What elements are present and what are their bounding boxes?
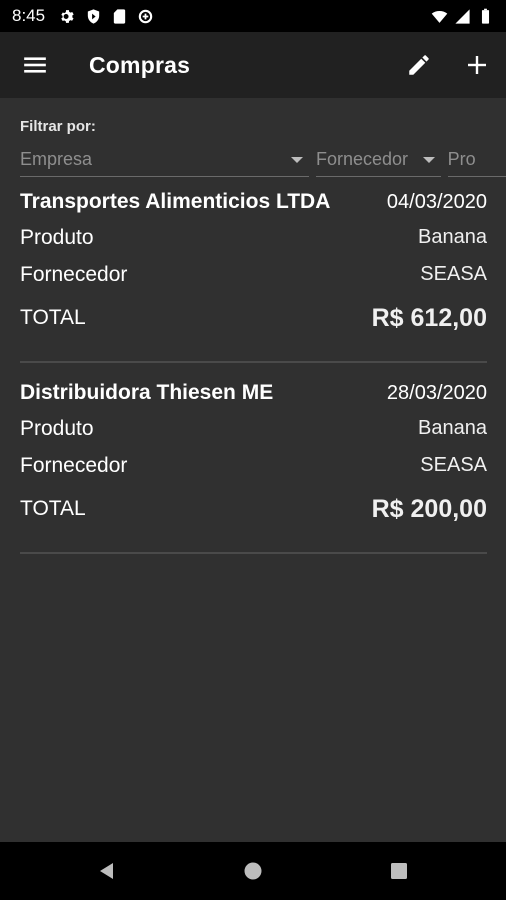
company-name: Transportes Alimenticios LTDA: [20, 190, 331, 213]
product-value: Banana: [418, 226, 487, 248]
supplier-label: Fornecedor: [20, 262, 128, 286]
company-name: Distribuidora Thiesen ME: [20, 381, 274, 404]
purchase-card[interactable]: Distribuidora Thiesen ME 28/03/2020 Prod…: [20, 363, 487, 554]
pencil-icon: [409, 55, 429, 75]
status-time: 8:45: [12, 6, 46, 25]
edit-button[interactable]: [390, 32, 448, 98]
recents-button[interactable]: [326, 842, 472, 900]
purchase-list: Transportes Alimenticios LTDA 04/03/2020…: [20, 185, 487, 554]
gear-icon: [61, 9, 74, 23]
wifi-icon: [431, 10, 448, 23]
page-title: Compras: [89, 51, 191, 78]
fornecedor-dropdown[interactable]: Fornecedor: [316, 143, 441, 177]
product-label: Produto: [20, 416, 94, 440]
app-bar: Compras: [0, 32, 506, 98]
battery-icon: [481, 8, 490, 24]
navigation-bar: [0, 842, 506, 900]
filter-section: Filtrar por: Empresa Fornecedor Pro: [20, 118, 506, 179]
back-button[interactable]: [34, 842, 180, 900]
recents-square-icon: [391, 863, 407, 879]
supplier-value: SEASA: [420, 263, 487, 285]
purchase-card[interactable]: Transportes Alimenticios LTDA 04/03/2020…: [20, 185, 487, 363]
supplier-value: SEASA: [420, 454, 487, 476]
dropdown-arrow-icon: [422, 156, 435, 163]
data-saver-icon: [138, 9, 153, 23]
total-value: R$ 612,00: [371, 303, 487, 332]
purchase-date: 28/03/2020: [386, 381, 487, 404]
filter-row: Empresa Fornecedor Pro: [20, 143, 506, 179]
menu-button[interactable]: [0, 32, 70, 98]
home-button[interactable]: [180, 842, 326, 900]
home-circle-icon: [244, 862, 262, 880]
hamburger-menu-icon: [24, 57, 46, 73]
total-value: R$ 200,00: [371, 494, 487, 523]
produto-dropdown-text: Pro: [447, 149, 476, 169]
empresa-dropdown[interactable]: Empresa: [20, 143, 309, 177]
signal-icon: [455, 8, 470, 24]
supplier-label: Fornecedor: [20, 453, 128, 477]
empresa-dropdown-text: Empresa: [20, 149, 93, 169]
sd-card-icon: [113, 8, 126, 24]
product-value: Banana: [418, 417, 487, 439]
purchase-date: 04/03/2020: [386, 190, 487, 213]
filter-label: Filtrar por:: [20, 118, 96, 135]
fornecedor-dropdown-text: Fornecedor: [316, 149, 409, 169]
back-triangle-icon: [100, 863, 113, 879]
produto-dropdown[interactable]: Pro: [447, 143, 506, 177]
dropdown-arrow-icon: [291, 156, 303, 163]
shield-icon: [87, 8, 100, 24]
plus-icon: [468, 56, 486, 74]
total-label: TOTAL: [20, 497, 86, 520]
product-label: Produto: [20, 225, 94, 249]
status-bar: 8:45: [0, 0, 506, 32]
add-button[interactable]: [448, 32, 506, 98]
total-label: TOTAL: [20, 306, 86, 329]
